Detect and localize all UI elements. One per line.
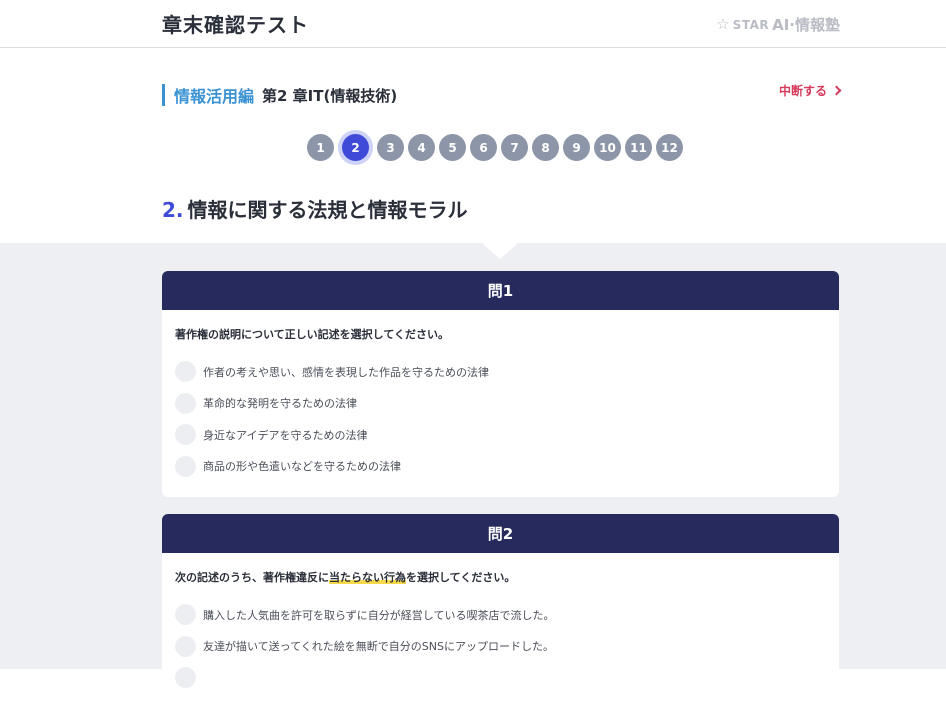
question-heading: 問2 [162,514,839,553]
brand-logo[interactable]: ☆ STAR AI·情報塾 [716,14,840,35]
app-header: 章末確認テスト ☆ STAR AI·情報塾 [0,0,946,48]
question-card-1: 問1 著作権の説明について正しい記述を選択してください。 作者の考えや思い、感情… [162,271,839,497]
option-label: 友達が描いて送ってくれた絵を無断で自分のSNSにアップロードした。 [203,640,554,654]
option-label: 購入した人気曲を許可を取らずに自分が経営している喫茶店で流した。 [203,608,555,622]
question-heading: 問1 [162,271,839,310]
radio-button[interactable] [175,667,196,689]
option-label: 商品の形や色遣いなどを守るための法律 [203,460,401,474]
question-prompt: 次の記述のうち、著作権違反に当たらない行為を選択してください。 [175,569,826,585]
option-label: 身近なアイデアを守るための法律 [203,428,368,442]
question-pager: 1 2 3 4 5 6 7 8 9 10 11 12 [307,134,683,161]
page-button-12[interactable]: 12 [656,134,683,161]
breadcrumb: 情報活用編 第2 章IT(情報技術) [162,84,397,106]
breadcrumb-part: 情報活用編 [174,87,255,106]
option-item[interactable]: 購入した人気曲を許可を取らずに自分が経営している喫茶店で流した。 [175,599,839,631]
page-button-3[interactable]: 3 [377,134,404,161]
option-label: 作者の考えや思い、感情を表現した作品を守るための法律 [203,365,489,379]
page-button-4[interactable]: 4 [408,134,435,161]
page-button-8[interactable]: 8 [532,134,559,161]
radio-button[interactable] [175,635,196,657]
page-button-9[interactable]: 9 [563,134,590,161]
option-item[interactable]: 作者の考えや思い、感情を表現した作品を守るための法律 [175,356,839,388]
option-item[interactable]: 友達が描いて送ってくれた絵を無断で自分のSNSにアップロードした。 [175,631,839,663]
page-button-2[interactable]: 2 [342,134,369,161]
page-button-1[interactable]: 1 [307,134,334,161]
chevron-right-icon [831,85,842,96]
abort-label: 中断する [778,84,827,98]
star-icon: ☆ [716,15,730,33]
radio-button[interactable] [175,392,196,414]
page-button-11[interactable]: 11 [625,134,652,161]
option-item[interactable] [175,662,839,694]
question-card-2: 問2 次の記述のうち、著作権違反に当たらない行為を選択してください。 購入した人… [162,514,839,714]
logo-star-text: STAR [732,17,770,32]
page-title: 章末確認テスト [162,13,309,37]
radio-button[interactable] [175,424,196,446]
section-number: 2. [162,198,184,222]
breadcrumb-chapter: 第2 章IT(情報技術) [262,86,398,105]
option-item[interactable]: 商品の形や色遣いなどを守るための法律 [175,451,839,483]
prompt-text: を選択してください。 [406,571,516,584]
option-item[interactable]: 革命的な発明を守るための法律 [175,388,839,420]
quiz-top: 情報活用編 第2 章IT(情報技術) 中断する 1 2 3 4 5 6 7 8 9 10 11 12 … [0,48,946,243]
radio-button[interactable] [175,455,196,477]
option-list: 購入した人気曲を許可を取らずに自分が経営している喫茶店で流した。 友達が描いて送… [175,599,839,694]
prompt-text: 次の記述のうち、著作権違反に [175,571,329,584]
logo-brand-text: AI·情報塾 [772,16,840,34]
option-list: 作者の考えや思い、感情を表現した作品を守るための法律 革命的な発明を守るための法… [175,356,839,482]
option-item[interactable]: 身近なアイデアを守るための法律 [175,419,839,451]
option-label: 革命的な発明を守るための法律 [203,397,357,411]
question-prompt: 著作権の説明について正しい記述を選択してください。 [175,328,450,341]
page-button-7[interactable]: 7 [501,134,528,161]
page-button-6[interactable]: 6 [470,134,497,161]
abort-button[interactable]: 中断する [778,82,842,99]
prompt-highlight: 当たらない行為 [329,571,406,584]
radio-button[interactable] [175,361,196,383]
section-title-text: 情報に関する法規と情報モラル [187,198,468,222]
page-button-5[interactable]: 5 [439,134,466,161]
section-title: 2. 情報に関する法規と情報モラル [162,194,468,223]
radio-button[interactable] [175,604,196,626]
page-button-10[interactable]: 10 [594,134,621,161]
pointer-arrow [482,243,518,259]
